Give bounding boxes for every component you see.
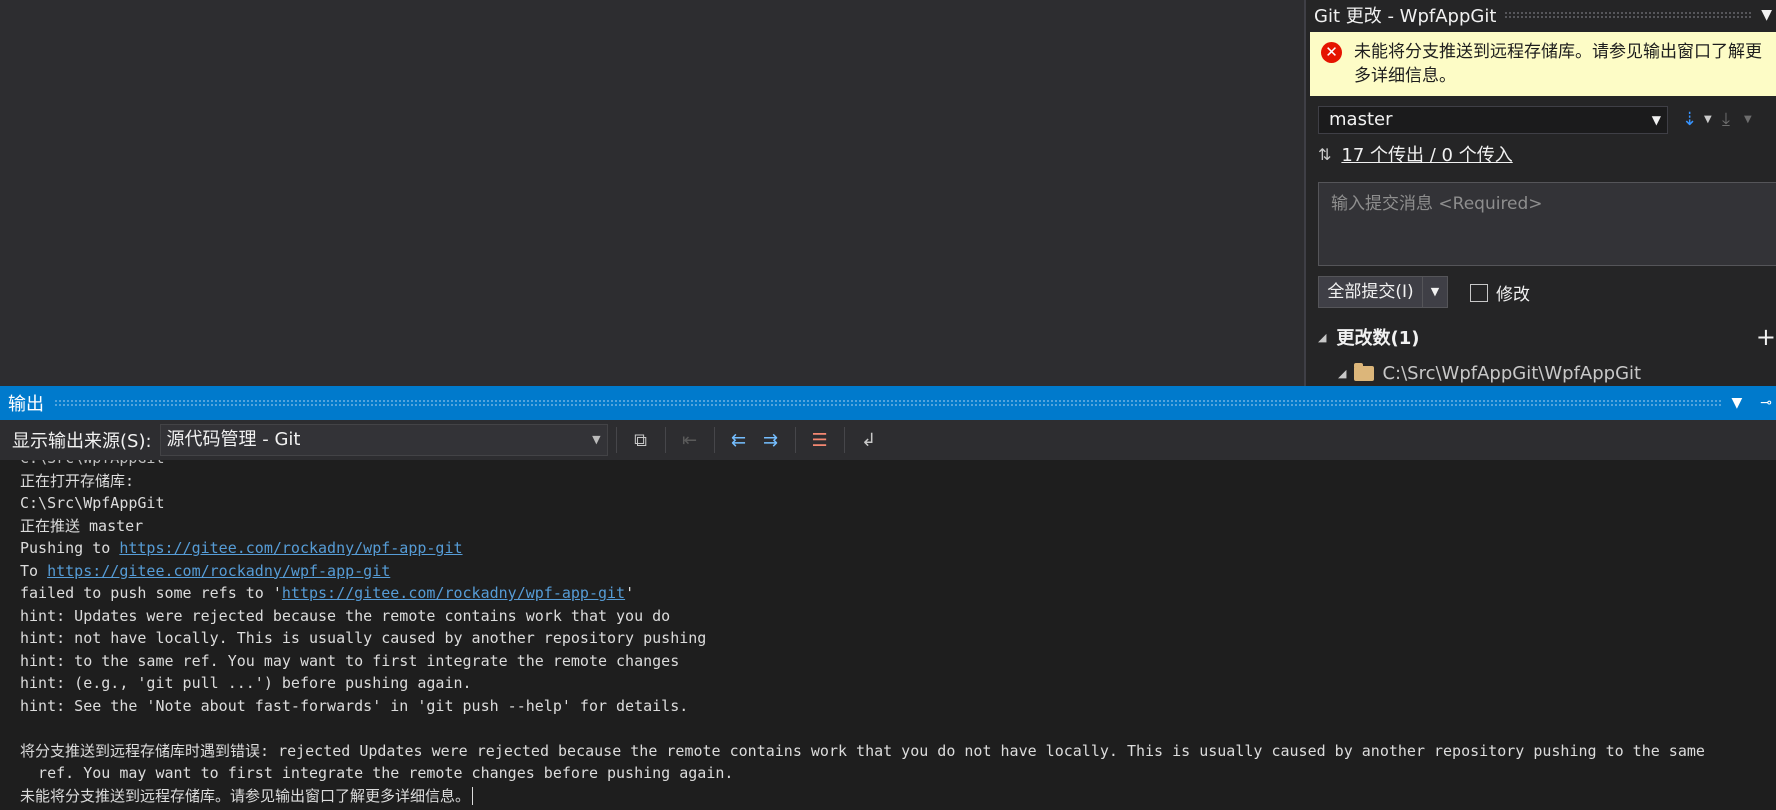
branch-dropdown[interactable]: master ▼ [1318, 106, 1668, 134]
output-line: hint: (e.g., 'git pull ...') before push… [20, 674, 472, 692]
output-title: 输出 [8, 394, 44, 415]
output-text-area[interactable]: C:\Src\WpfAppGit 正在打开存储库: C:\Src\WpfAppG… [0, 460, 1776, 810]
toolbar-separator [713, 427, 715, 453]
drag-grip[interactable] [1504, 11, 1754, 19]
git-panel-titlebar[interactable]: Git 更改 - WpfAppGit ▼ [1314, 3, 1772, 27]
folder-icon [1354, 362, 1375, 381]
outgoing-incoming-link[interactable]: 17 个传出 / 0 个传入 [1341, 141, 1512, 167]
editor-area [0, 0, 1304, 386]
output-line: Pushing to https://gitee.com/rockadny/wp… [20, 537, 1776, 560]
changes-section-header[interactable]: ◢ 更改数(1) + [1318, 323, 1776, 351]
chevron-down-icon: ▼ [1651, 113, 1661, 127]
chevron-down-icon[interactable]: ▼ [1704, 106, 1712, 134]
error-icon: ✕ [1321, 42, 1342, 63]
source-label: 显示输出来源(S): [12, 431, 152, 452]
sync-arrows-icon: ⇅ [1318, 144, 1332, 164]
remote-url-link[interactable]: https://gitee.com/rockadny/wpf-app-git [119, 539, 462, 557]
branch-name: master [1329, 109, 1393, 130]
find-message-in-code-icon[interactable]: ⧉ [627, 426, 655, 454]
output-blank-line [20, 717, 1776, 740]
output-source-value: 源代码管理 - Git [166, 429, 301, 450]
output-text: To [20, 561, 48, 580]
toolbar-separator [794, 427, 796, 453]
output-line: hint: Updates were rejected because the … [20, 606, 671, 625]
changes-count: 更改数(1) [1336, 328, 1420, 349]
commit-message-input[interactable]: 输入提交消息 <Required> [1318, 182, 1776, 266]
output-line: hint: not have locally. This is usually … [20, 629, 707, 647]
next-message-icon[interactable]: ⇉ [757, 426, 785, 454]
toggle-word-wrap-icon[interactable]: ↲ [855, 426, 883, 454]
output-line: C:\Src\WpfAppGit [20, 494, 165, 512]
output-text: ' [625, 584, 635, 602]
error-banner: ✕ 未能将分支推送到远程存储库。请参见输出窗口了解更多详细信息。 [1310, 32, 1776, 96]
output-line: ref. You may want to first integrate the… [20, 764, 734, 782]
chevron-down-icon: ▼ [592, 433, 601, 446]
output-line: 正在打开存储库: [20, 471, 135, 490]
remote-url-link[interactable]: https://gitee.com/rockadny/wpf-app-git [47, 562, 390, 580]
output-line: 正在推送 master [20, 516, 144, 535]
output-line: 将分支推送到远程存储库时遇到错误: rejected Updates were … [20, 741, 1705, 760]
chevron-down-icon[interactable]: ▼ [1423, 277, 1447, 307]
go-to-previous-message-icon[interactable]: ⇤ [676, 426, 704, 454]
chevron-down-icon[interactable]: ▼ [1731, 395, 1742, 411]
output-line: hint: to the same ref. You may want to f… [20, 651, 680, 670]
folder-path: C:\Src\WpfAppGit\WpfAppGit [1382, 362, 1642, 384]
pull-icon[interactable]: ⤓ [1722, 106, 1730, 134]
sync-status: ⇅ 17 个传出 / 0 个传入 [1318, 141, 1513, 167]
text-cursor [472, 787, 474, 805]
output-source-dropdown[interactable]: 源代码管理 - Git ▼ [159, 424, 608, 456]
output-toolbar: 显示输出来源(S): 源代码管理 - Git ▼ ⧉ ⇤ ⇇ ⇉ ☰ ↲ [0, 420, 1776, 460]
previous-message-icon[interactable]: ⇇ [725, 426, 753, 454]
toolbar-separator [843, 427, 845, 453]
fetch-icon[interactable]: ⇣ [1682, 106, 1697, 134]
commit-all-split-button[interactable]: 全部提交(I) ▼ [1318, 276, 1448, 308]
output-line: hint: See the 'Note about fast-forwards'… [20, 696, 689, 715]
output-line: failed to push some refs to 'https://git… [20, 582, 1776, 605]
git-changes-panel: Git 更改 - WpfAppGit ▼ ✕ 未能将分支推送到远程存储库。请参见… [1304, 0, 1776, 386]
output-text: 未能将分支推送到远程存储库。请参见输出窗口了解更多详细信息。 [20, 786, 471, 805]
output-line: To https://gitee.com/rockadny/wpf-app-gi… [20, 560, 1776, 583]
chevron-down-icon[interactable]: ▼ [1761, 7, 1772, 23]
expand-triangle-icon[interactable]: ◢ [1338, 367, 1346, 380]
checkbox-icon[interactable] [1470, 283, 1488, 302]
commit-all-button[interactable]: 全部提交(I) [1319, 277, 1423, 307]
folder-tree-item[interactable]: ◢ C:\Src\WpfAppGit\WpfAppGit [1338, 360, 1641, 386]
remote-url-link[interactable]: https://gitee.com/rockadny/wpf-app-git [282, 584, 625, 602]
toolbar-separator [615, 427, 617, 453]
pin-icon[interactable]: ⊸ [1760, 395, 1772, 411]
amend-checkbox[interactable]: 修改 [1470, 280, 1530, 305]
error-message: 未能将分支推送到远程存储库。请参见输出窗口了解更多详细信息。 [1354, 42, 1762, 86]
git-panel-title: Git 更改 - WpfAppGit [1314, 6, 1497, 27]
commit-message-placeholder: 输入提交消息 <Required> [1331, 194, 1543, 214]
stage-all-plus-icon[interactable]: + [1756, 323, 1776, 351]
amend-label: 修改 [1496, 285, 1530, 305]
chevron-down-icon[interactable]: ▼ [1744, 106, 1752, 134]
output-text: failed to push some refs to ' [20, 584, 282, 602]
output-line: 未能将分支推送到远程存储库。请参见输出窗口了解更多详细信息。 [20, 785, 1776, 808]
drag-grip[interactable] [54, 399, 1722, 407]
output-line: C:\Src\WpfAppGit [20, 460, 1776, 470]
toolbar-separator [664, 427, 666, 453]
ide-window: Git 更改 - WpfAppGit ▼ ✕ 未能将分支推送到远程存储库。请参见… [0, 0, 1776, 810]
clear-all-icon[interactable]: ☰ [806, 426, 834, 454]
expand-triangle-icon[interactable]: ◢ [1318, 331, 1326, 344]
output-titlebar[interactable]: 输出 ▼ ⊸ [0, 386, 1776, 420]
output-text: Pushing to [20, 539, 120, 557]
